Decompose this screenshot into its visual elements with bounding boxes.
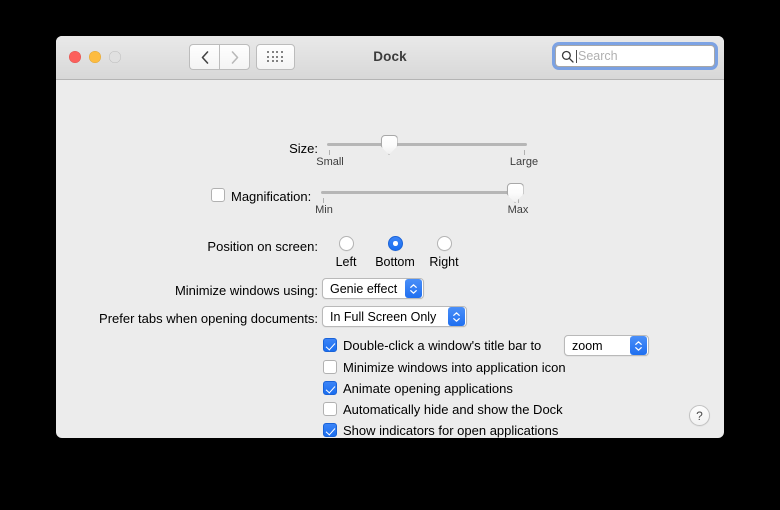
checkbox-animate-opening[interactable]	[323, 381, 337, 395]
help-button-label: ?	[696, 408, 703, 423]
checkbox-label: Minimize windows into application icon	[343, 360, 566, 375]
popup-stepper-icon	[630, 336, 647, 355]
size-min-label: Small	[316, 156, 344, 168]
minimize-effect-label: Minimize windows using:	[174, 283, 318, 298]
size-slider-thumb[interactable]	[380, 135, 398, 155]
position-radio-bottom[interactable]	[388, 236, 403, 251]
chevron-down-icon	[635, 346, 642, 351]
position-label: Position on screen:	[207, 239, 318, 254]
position-radio-left[interactable]	[339, 236, 354, 251]
size-tick-min	[329, 150, 330, 155]
checkbox-label: Automatically hide and show the Dock	[343, 402, 563, 417]
magnification-tick-min	[323, 198, 324, 203]
magnification-slider[interactable]: Min Max	[315, 183, 528, 216]
search-placeholder: Search	[578, 49, 618, 63]
chevron-up-icon	[453, 311, 460, 316]
minimize-effect-value: Genie effect	[330, 281, 398, 296]
size-max-label: Large	[509, 156, 539, 168]
checkbox-minimize-into-icon[interactable]	[323, 360, 337, 374]
size-slider[interactable]: Small Large	[316, 135, 538, 168]
popup-stepper-icon	[448, 307, 465, 326]
magnification-min-label: Min	[315, 204, 333, 216]
checkbox-label: Animate opening applications	[343, 381, 513, 396]
tabs-pref-label: Prefer tabs when opening documents:	[99, 311, 318, 326]
magnification-slider-thumb[interactable]	[506, 183, 524, 203]
popup-stepper-icon	[405, 279, 422, 298]
double-click-label: Double-click a window's title bar to	[343, 338, 542, 353]
chevron-down-icon	[410, 289, 417, 294]
size-tick-max	[524, 150, 525, 155]
preferences-content: Size: Small Large Magnification: Min Max…	[56, 80, 724, 438]
double-click-action-value: zoom	[572, 338, 603, 353]
tabs-pref-value: In Full Screen Only	[330, 309, 437, 324]
magnification-slider-track	[321, 191, 521, 194]
size-label: Size:	[289, 141, 318, 156]
checkbox-auto-hide[interactable]	[323, 402, 337, 416]
chevron-up-icon	[635, 340, 642, 345]
double-click-checkbox[interactable]	[323, 338, 337, 352]
position-option-right-label: Right	[429, 255, 459, 269]
tabs-pref-popup[interactable]: In Full Screen Only	[322, 306, 467, 327]
search-icon	[561, 50, 574, 63]
dock-preferences-window: Dock Search Size: Small Large Magnificat…	[56, 36, 724, 438]
magnification-checkbox[interactable]	[211, 188, 225, 202]
window-titlebar: Dock Search	[56, 36, 724, 80]
size-slider-track	[327, 143, 527, 146]
magnification-label: Magnification:	[231, 189, 312, 204]
position-option-left-label: Left	[335, 255, 357, 269]
chevron-down-icon	[453, 317, 460, 322]
checkbox-label: Show indicators for open applications	[343, 423, 559, 438]
checkbox-show-indicators[interactable]	[323, 423, 337, 437]
position-radio-right[interactable]	[437, 236, 452, 251]
help-button[interactable]: ?	[689, 405, 710, 426]
minimize-effect-popup[interactable]: Genie effect	[322, 278, 424, 299]
double-click-action-popup[interactable]: zoom	[564, 335, 649, 356]
position-option-bottom-label: Bottom	[375, 255, 415, 269]
search-field[interactable]: Search	[555, 45, 715, 67]
magnification-max-label: Max	[507, 204, 529, 216]
text-cursor	[576, 49, 577, 63]
chevron-up-icon	[410, 283, 417, 288]
